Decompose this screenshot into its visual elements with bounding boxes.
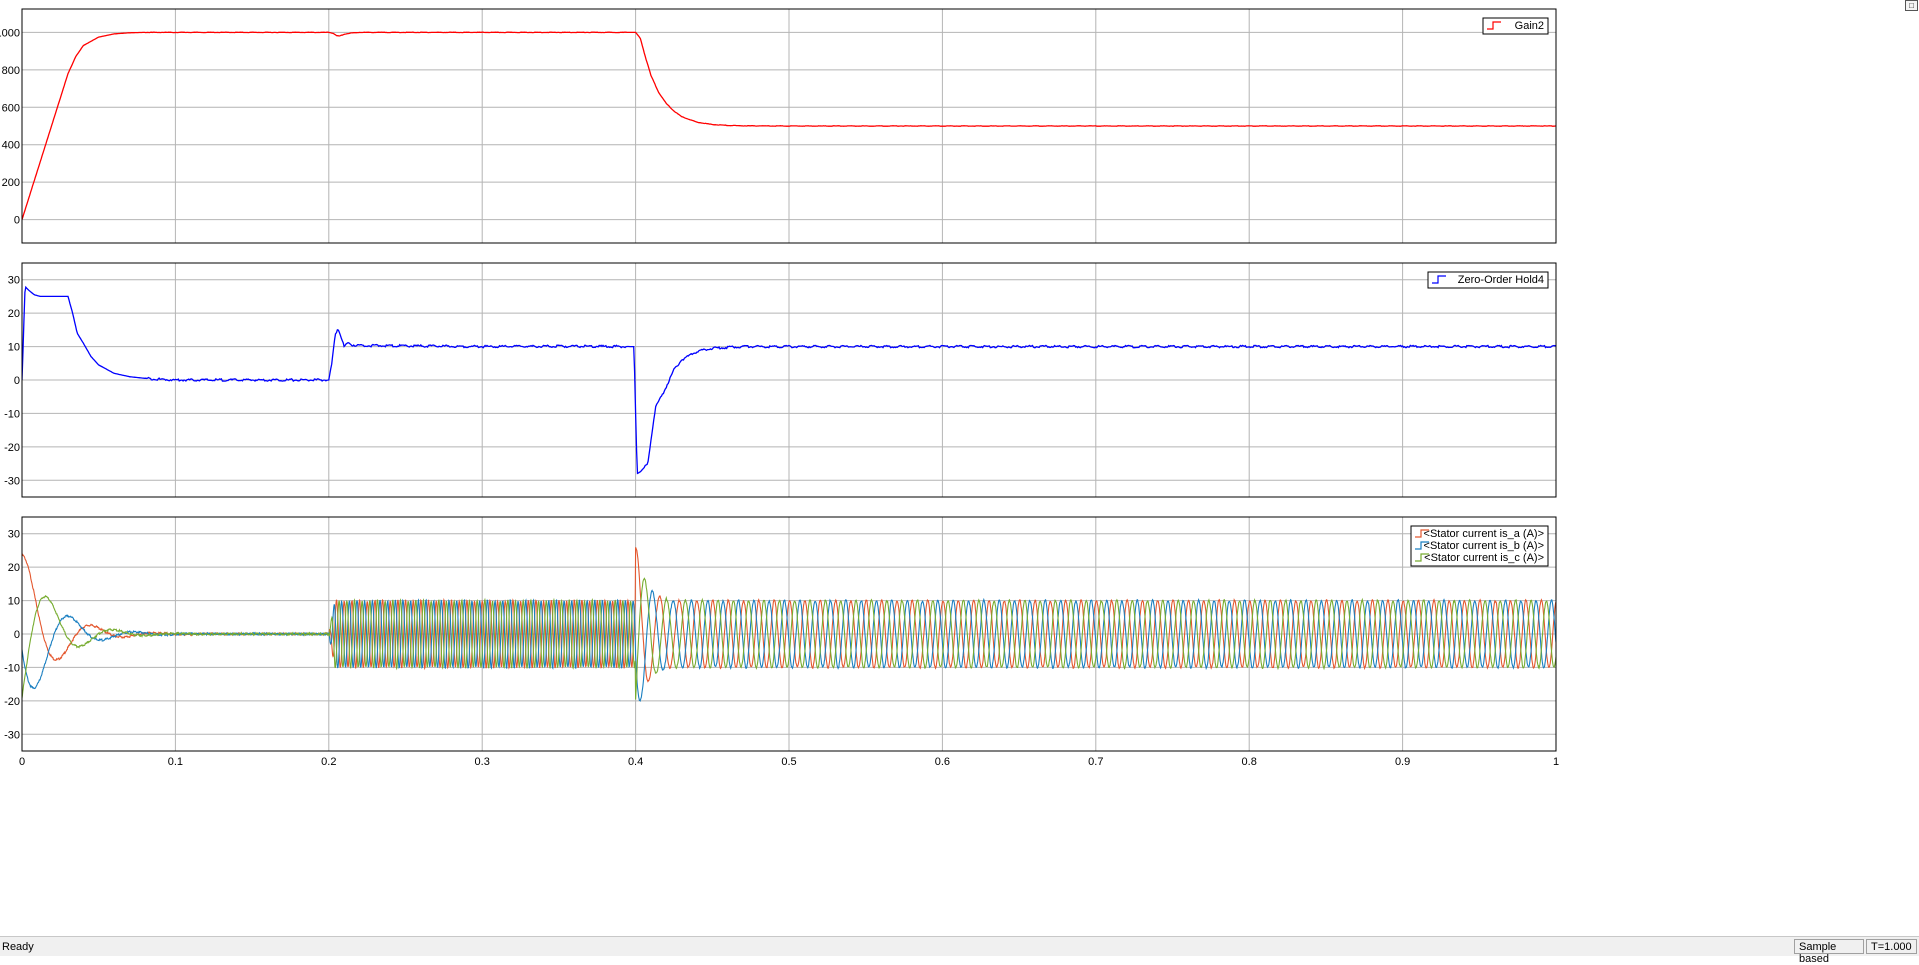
- y-tick-label: 600: [2, 102, 20, 114]
- x-tick-label: 1: [1553, 756, 1559, 768]
- x-tick-label: 0: [19, 756, 25, 768]
- y-tick-label: 200: [2, 177, 20, 189]
- y-tick-label: 30: [8, 529, 20, 541]
- y-tick-label: 1000: [0, 27, 20, 39]
- legend-entry: <Stator current is_a (A)>: [1424, 528, 1544, 540]
- scope-axes-1: 0 200 400 600 800 1000 Gain2: [0, 8, 1557, 244]
- y-tick-label: 0: [14, 215, 20, 227]
- y-tick-label: -30: [4, 475, 20, 487]
- y-tick-label: 20: [8, 562, 20, 574]
- scope-display: 02004006008001000Gain2-30-20-100102030Ze…: [0, 0, 1919, 936]
- scope-plots: 02004006008001000Gain2-30-20-100102030Ze…: [0, 8, 1559, 768]
- y-tick-label: 20: [8, 308, 20, 320]
- y-tick-label: -10: [4, 662, 20, 674]
- y-tick-label: -20: [4, 442, 20, 454]
- sampling-mode-indicator: Sample based: [1794, 939, 1864, 965]
- y-tick-label: 30: [8, 275, 20, 287]
- legend: Zero-Order Hold4: [1427, 271, 1549, 289]
- x-tick-label: 0.7: [1088, 756, 1103, 768]
- x-tick-label: 0.2: [321, 756, 336, 768]
- legend-entry: <Stator current is_c (A)>: [1424, 552, 1544, 564]
- scope-axes-2: -30 -20 -10 0 10 20 30 Zero-Order Hold4: [4, 262, 1557, 498]
- legend: Gain2: [1482, 17, 1549, 35]
- expand-icon[interactable]: □: [1905, 0, 1918, 11]
- y-tick-label: -20: [4, 696, 20, 708]
- x-tick-label: 0.8: [1242, 756, 1257, 768]
- legend-entry: <Stator current is_b (A)>: [1424, 540, 1544, 552]
- y-tick-label: -10: [4, 408, 20, 420]
- y-tick-label: 0: [14, 629, 20, 641]
- x-tick-label: 0.4: [628, 756, 643, 768]
- legend: <Stator current is_a (A)><Stator current…: [1410, 525, 1549, 567]
- y-tick-label: 10: [8, 596, 20, 608]
- x-tick-label: 0.5: [781, 756, 796, 768]
- status-text: Ready: [2, 941, 34, 953]
- x-tick-label: 0.9: [1395, 756, 1410, 768]
- scope-axes-3: -30 -20 -10 0 10 20 30 0 0.1 0.2 0.3 0.4 0.5 0.6 0.7 0.…: [4, 516, 1559, 768]
- y-tick-label: 400: [2, 140, 20, 152]
- status-bar: Ready Sample based T=1.000: [0, 936, 1919, 965]
- y-tick-label: 800: [2, 65, 20, 77]
- x-tick-label: 0.3: [475, 756, 490, 768]
- x-tick-label: 0.1: [168, 756, 183, 768]
- simulation-time-display: T=1.000: [1866, 939, 1917, 954]
- y-tick-label: 10: [8, 342, 20, 354]
- legend-entry: Gain2: [1515, 20, 1544, 32]
- y-tick-label: 0: [14, 375, 20, 387]
- y-tick-label: -30: [4, 729, 20, 741]
- legend-entry: Zero-Order Hold4: [1458, 274, 1544, 286]
- x-tick-label: 0.6: [935, 756, 950, 768]
